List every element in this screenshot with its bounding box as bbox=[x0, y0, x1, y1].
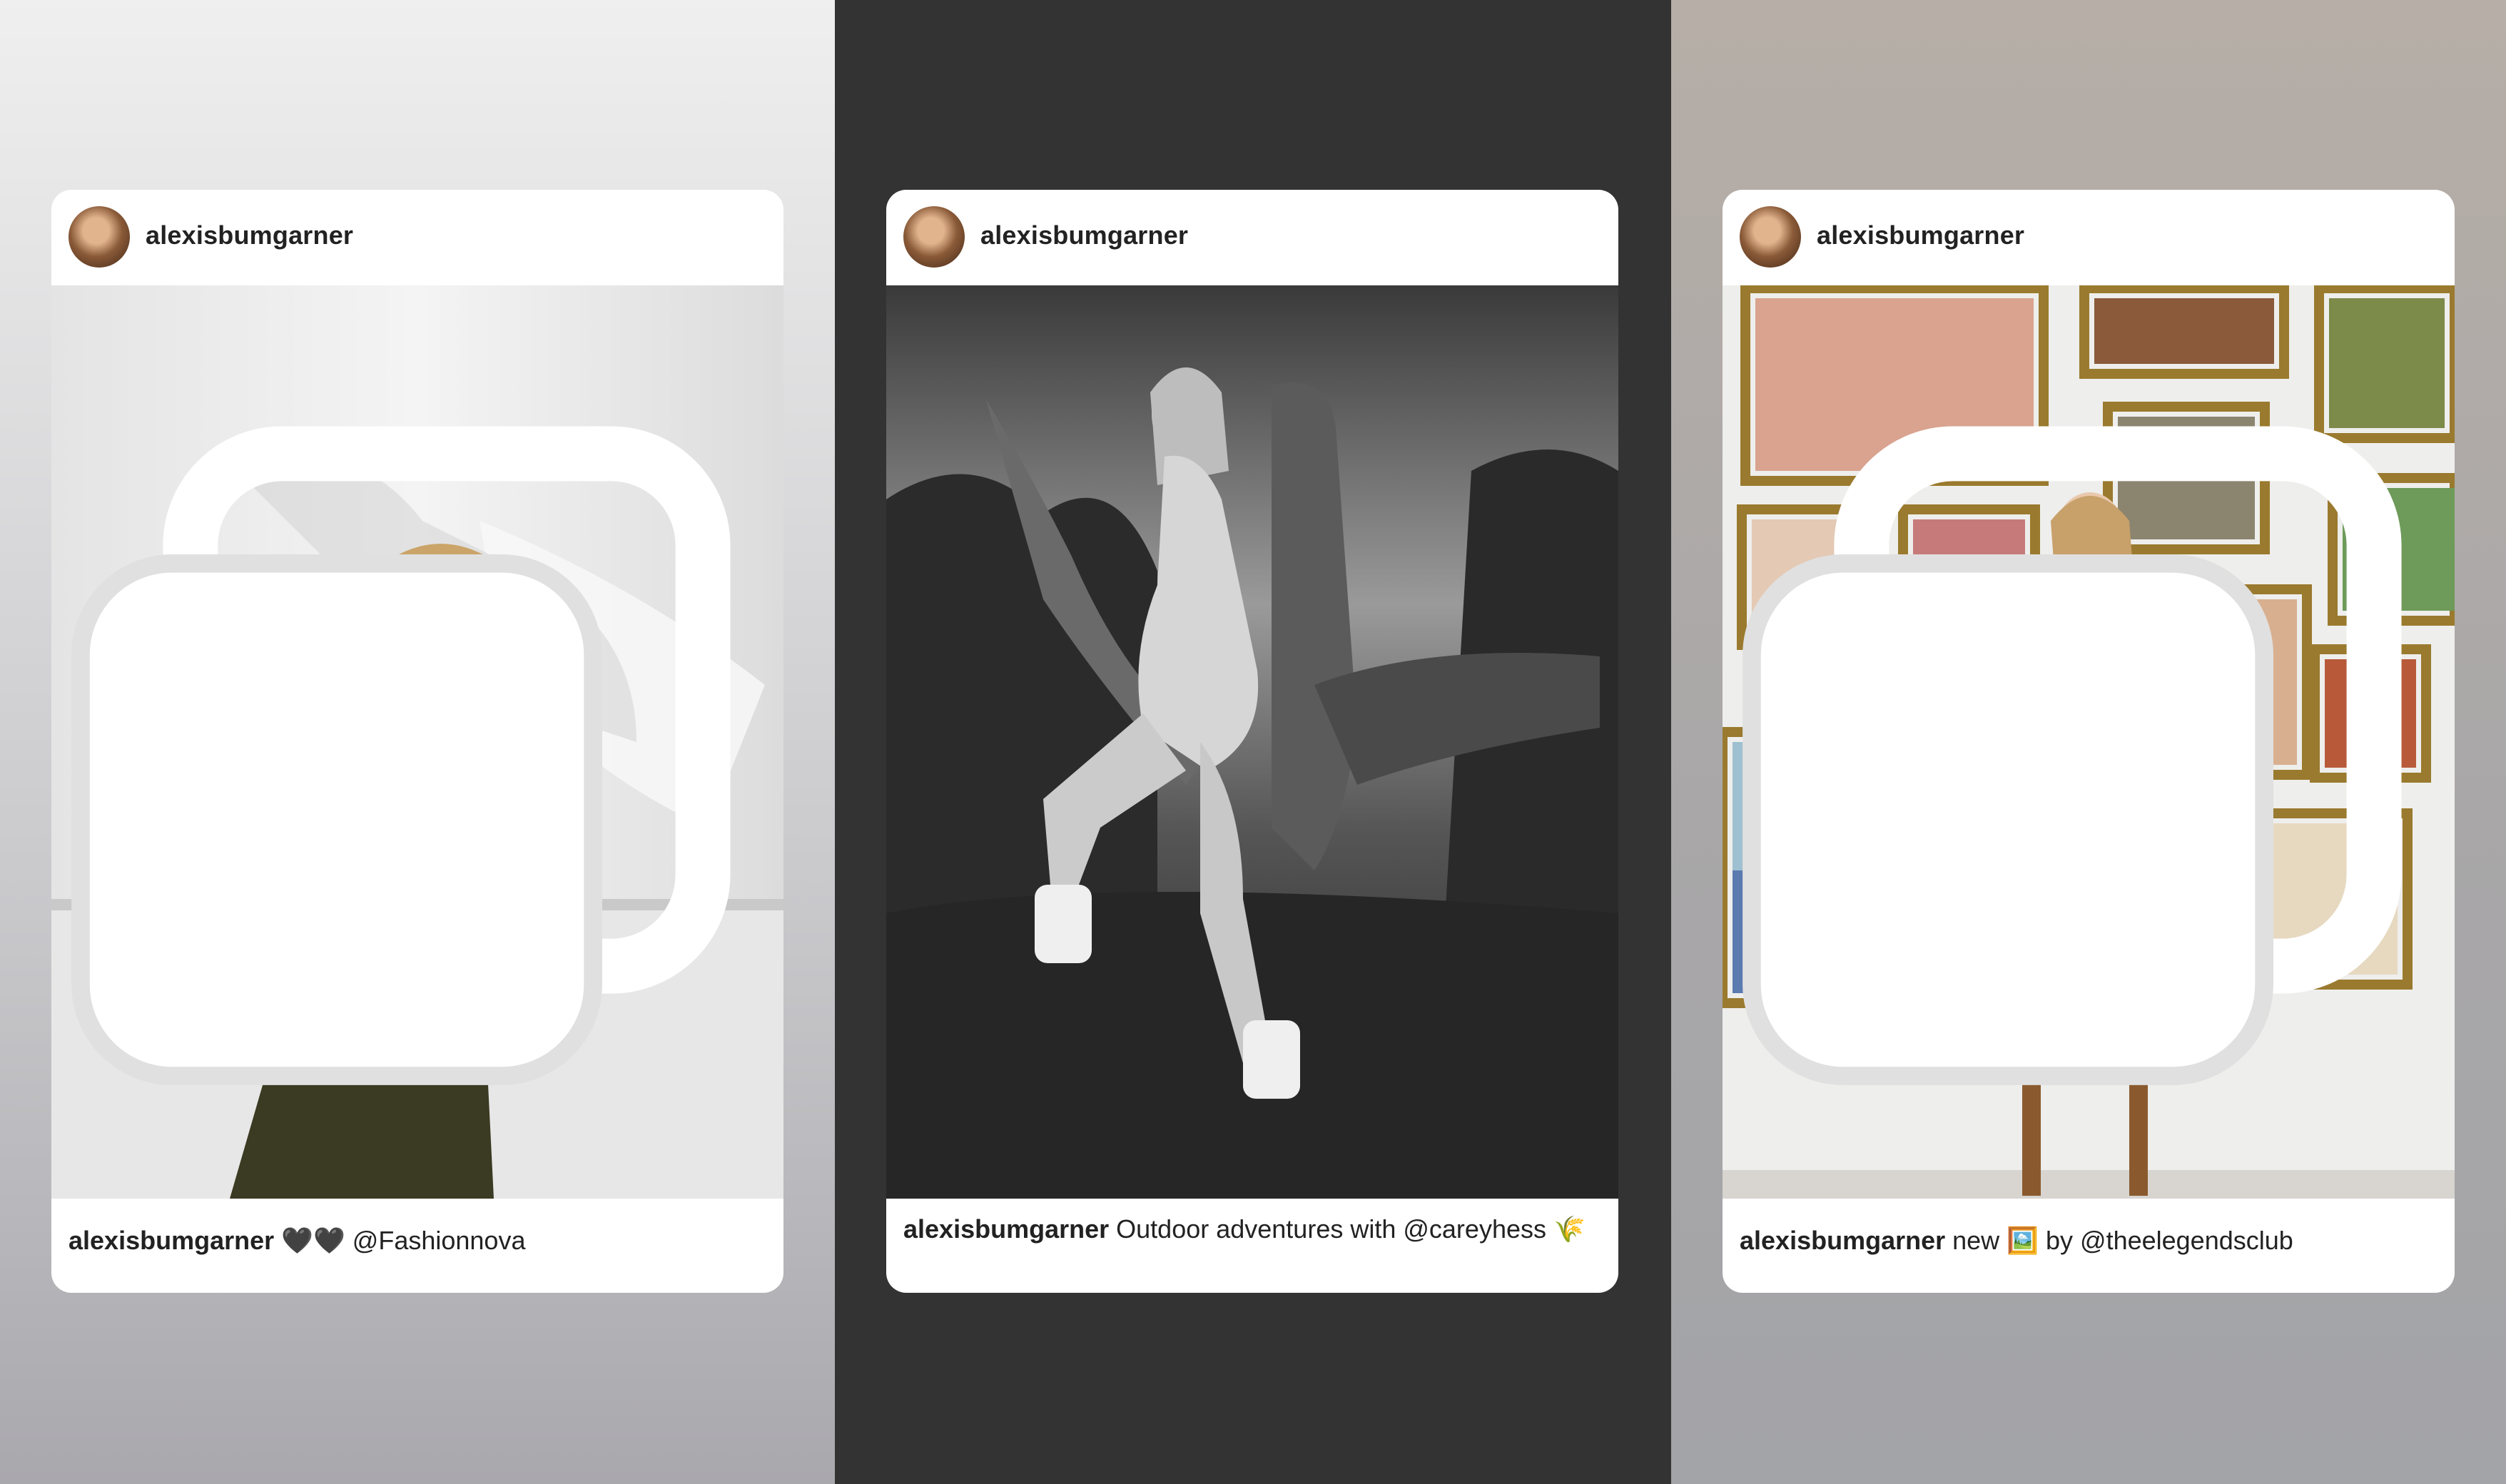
caption-username[interactable]: alexisbumgarner bbox=[903, 1214, 1109, 1244]
caption-text: 🖤🖤 @Fashionnova bbox=[281, 1226, 526, 1255]
post-photo[interactable] bbox=[886, 285, 1618, 1199]
post-header: alexisbumgarner bbox=[886, 190, 1618, 285]
multiple-images-icon bbox=[1742, 426, 2402, 1085]
post-username[interactable]: alexisbumgarner bbox=[980, 220, 1188, 250]
story-panel-3: alexisbumgarner alexisbumgarner new 🖼️ b… bbox=[1671, 0, 2506, 1484]
multiple-images-icon bbox=[71, 426, 731, 1085]
story-panel-2: alexisbumgarner alexisbumgarner Outdoor … bbox=[835, 0, 1671, 1484]
post-header: alexisbumgarner bbox=[51, 190, 783, 285]
post-photo[interactable] bbox=[1723, 285, 2455, 1199]
post-header: alexisbumgarner bbox=[1723, 190, 2455, 285]
avatar[interactable] bbox=[903, 206, 965, 268]
story-panel-1: alexisbumgarner alexisbumgarner 🖤🖤 @Fash… bbox=[0, 0, 835, 1484]
post-caption: alexisbumgarner Outdoor adventures with … bbox=[903, 1213, 1601, 1246]
caption-text: new 🖼️ by @theelegendsclub bbox=[1952, 1226, 2293, 1255]
post-photo[interactable] bbox=[51, 285, 783, 1199]
post-caption: alexisbumgarner 🖤🖤 @Fashionnova bbox=[69, 1224, 766, 1257]
post-caption: alexisbumgarner new 🖼️ by @theelegendscl… bbox=[1740, 1224, 2437, 1257]
caption-username[interactable]: alexisbumgarner bbox=[1740, 1226, 1945, 1255]
post-username[interactable]: alexisbumgarner bbox=[1817, 220, 2024, 250]
avatar[interactable] bbox=[69, 206, 130, 268]
post-username[interactable]: alexisbumgarner bbox=[146, 220, 353, 250]
photo-outdoor-bw bbox=[886, 285, 1618, 1199]
post-card-3[interactable]: alexisbumgarner alexisbumgarner new 🖼️ b… bbox=[1723, 190, 2455, 1293]
avatar[interactable] bbox=[1740, 206, 1801, 268]
caption-text: Outdoor adventures with @careyhess 🌾 bbox=[1116, 1214, 1586, 1244]
post-card-2[interactable]: alexisbumgarner alexisbumgarner Outdoor … bbox=[886, 190, 1618, 1293]
post-card-1[interactable]: alexisbumgarner alexisbumgarner 🖤🖤 @Fash… bbox=[51, 190, 783, 1293]
caption-username[interactable]: alexisbumgarner bbox=[69, 1226, 274, 1255]
